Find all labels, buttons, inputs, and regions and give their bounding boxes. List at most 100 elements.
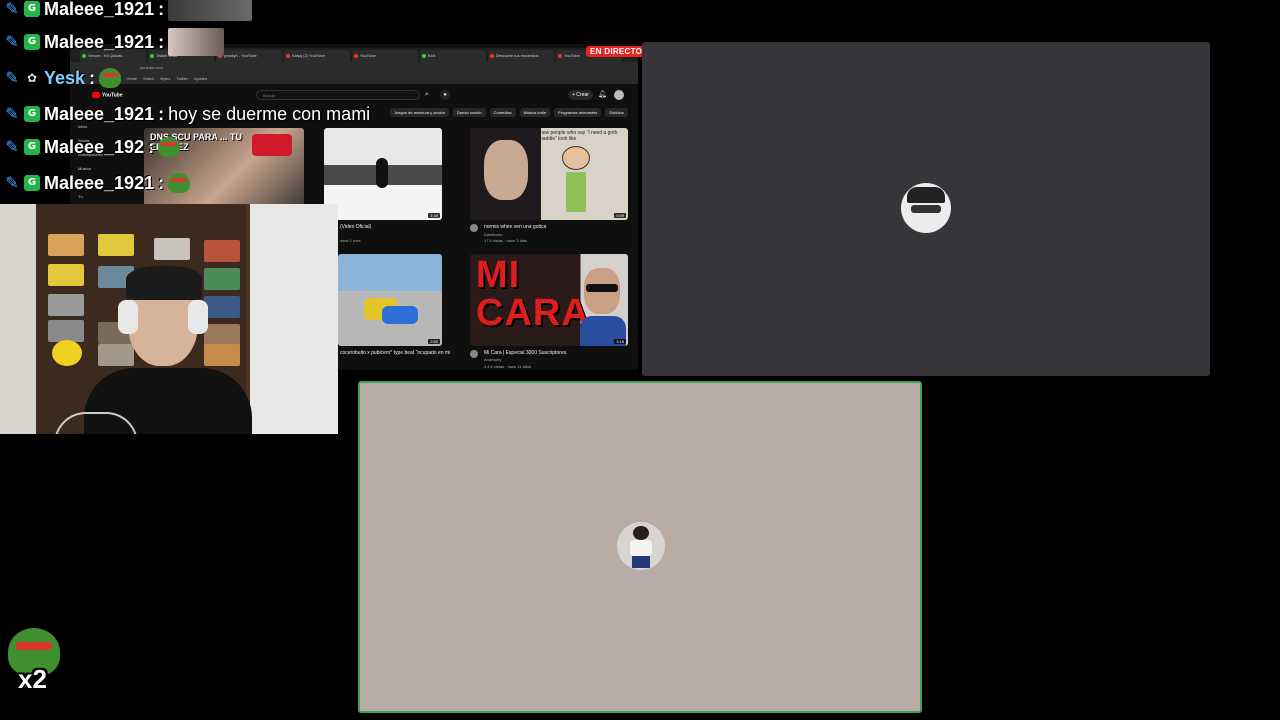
hair-graphic bbox=[633, 526, 649, 540]
pepe-emote-icon bbox=[99, 68, 122, 88]
subscriber-badge-icon: G bbox=[24, 106, 40, 122]
chat-username[interactable]: Maleee_1921 bbox=[44, 104, 154, 125]
create-button[interactable]: + Crear bbox=[568, 90, 593, 100]
thumbnail-text: how people who say "i need a goth baddie… bbox=[540, 130, 618, 142]
category-chips: Juegos de aventura y acción Dando sonido… bbox=[390, 108, 628, 117]
browser-tab[interactable]: YouTube bbox=[352, 50, 418, 62]
chat-message: ✎ G Maleee_1921: bbox=[4, 0, 253, 23]
poster bbox=[48, 320, 84, 342]
settings-badge-icon: ✿ bbox=[26, 71, 38, 85]
chip[interactable]: Comedias bbox=[489, 108, 516, 117]
webcam-feed bbox=[0, 204, 338, 434]
video-thumbnail[interactable]: 1:48 bbox=[324, 128, 442, 220]
chat-username[interactable]: Maleee_1921 bbox=[44, 173, 154, 194]
youtube-search-input[interactable]: Buscar bbox=[256, 90, 420, 100]
video-thumbnail[interactable]: how people who say "i need a goth baddie… bbox=[470, 128, 628, 220]
chat-message: ✎ G Maleee_192: bbox=[4, 133, 181, 161]
chat-separator: : bbox=[158, 172, 165, 193]
poster bbox=[48, 264, 84, 286]
chip[interactable]: Dando sonido bbox=[452, 108, 486, 117]
live-badge: EN DIRECTO bbox=[586, 46, 647, 57]
pepe-emote-icon bbox=[158, 137, 181, 157]
chat-username[interactable]: Maleee_1921 bbox=[44, 0, 154, 20]
bookmarks-bar: Gmail Home Watch Bytes Twitter Ajustes bbox=[70, 74, 638, 84]
browser-tab[interactable]: Kick bbox=[420, 50, 486, 62]
chat-message: ✎ ✿ Yesk: bbox=[4, 64, 122, 92]
chat-message-text: hoy se duerme con mami bbox=[168, 103, 371, 124]
search-icon[interactable]: ⌕ bbox=[420, 90, 434, 100]
bookmark-item[interactable]: Home bbox=[126, 74, 137, 84]
pencil-icon: ✎ bbox=[5, 1, 19, 18]
video-title[interactable]: (Video Oficial) bbox=[340, 224, 371, 230]
subscriber-badge-icon: G bbox=[24, 139, 40, 155]
video-thumbnail[interactable]: 2:50 bbox=[338, 254, 442, 346]
bookmark-item[interactable]: Ajustes bbox=[194, 74, 207, 84]
figure-graphic bbox=[376, 158, 388, 188]
browser-tab[interactable]: Descubre tus recuerdos bbox=[488, 50, 554, 62]
subscriber-badge-icon: G bbox=[24, 175, 40, 191]
chat-separator: : bbox=[158, 103, 165, 124]
video-meta: 17 k vistas · hace 3 días bbox=[484, 238, 528, 243]
pencil-icon: ✎ bbox=[5, 70, 19, 87]
chip[interactable]: Subidos bbox=[605, 108, 628, 117]
avatar[interactable] bbox=[614, 90, 624, 100]
shorts-graphic bbox=[632, 556, 650, 568]
chat-image[interactable] bbox=[168, 0, 253, 21]
bookmark-item[interactable]: Twitter bbox=[176, 74, 188, 84]
browser-tab[interactable]: yesdlyh - YouTube bbox=[216, 50, 282, 62]
bookmark-item[interactable]: Watch bbox=[143, 74, 154, 84]
chip[interactable]: Música Indie bbox=[519, 108, 551, 117]
chat-username[interactable]: Yesk bbox=[44, 68, 85, 89]
video-meta: 3,4 k vistas · hace 11 años bbox=[484, 364, 532, 369]
cartoon-face-graphic bbox=[562, 146, 590, 170]
pencil-icon: ✎ bbox=[5, 106, 19, 123]
channel-name[interactable]: Darkfrontn bbox=[484, 232, 503, 237]
chat-separator: : bbox=[89, 67, 96, 88]
chat-message: ✎ G Maleee_1921: hoy se duerme con mami bbox=[4, 100, 370, 128]
chip[interactable]: Juegos de aventura y acción bbox=[390, 108, 449, 117]
chat-message: ✎ G Maleee_1921: bbox=[4, 169, 191, 197]
streamer-cap bbox=[126, 266, 202, 300]
poster bbox=[204, 344, 240, 366]
thumbnail-text: MI CARA bbox=[476, 254, 590, 334]
bandana-graphic bbox=[252, 134, 292, 156]
chip[interactable]: Programas relevantes bbox=[554, 108, 602, 117]
channel-name[interactable]: Ananscity bbox=[484, 357, 501, 362]
chat-username[interactable]: Maleee_1921 bbox=[44, 32, 154, 53]
video-thumbnail[interactable]: MI CARA 3:15 bbox=[470, 254, 628, 346]
address-bar[interactable]: youtube.com bbox=[70, 62, 638, 74]
video-title[interactable]: normis when ven una gotica bbox=[484, 224, 546, 230]
bell-icon[interactable]: 🔔︎ bbox=[598, 90, 607, 98]
rubber-duck bbox=[52, 340, 82, 366]
participant-avatar[interactable] bbox=[617, 522, 665, 570]
video-title[interactable]: Mi Cara | Especial 3000 Suscriptores. bbox=[484, 350, 568, 356]
blue-shape-graphic bbox=[382, 306, 418, 324]
youtube-logo[interactable]: YouTube bbox=[92, 92, 123, 98]
shirt-graphic bbox=[630, 540, 652, 556]
headphone-right bbox=[188, 300, 208, 334]
cartoon-body-graphic bbox=[566, 172, 586, 212]
chat-separator: : bbox=[148, 136, 155, 157]
emote-combo-counter: x2 bbox=[18, 664, 47, 694]
video-meta: hace 1 mes bbox=[340, 238, 361, 243]
participant-avatar[interactable] bbox=[901, 183, 951, 233]
headphone-left bbox=[118, 300, 138, 334]
pencil-icon: ✎ bbox=[5, 34, 19, 51]
chat-image[interactable] bbox=[168, 28, 225, 56]
poster bbox=[98, 234, 134, 256]
chat-username[interactable]: Maleee_192 bbox=[44, 137, 144, 158]
video-title[interactable]: cocerobuito x pubicero* type beat "ocupa… bbox=[340, 350, 450, 356]
chat-separator: : bbox=[158, 31, 165, 52]
video-duration: 3:15 bbox=[614, 339, 626, 344]
microphone-icon[interactable]: ● bbox=[440, 90, 450, 100]
browser-tab[interactable]: Kasaj (2) YouTube bbox=[284, 50, 350, 62]
subscriber-badge-icon: G bbox=[24, 1, 40, 17]
poster bbox=[48, 294, 84, 316]
poster bbox=[204, 296, 240, 318]
channel-avatar[interactable] bbox=[470, 350, 478, 358]
channel-avatar[interactable] bbox=[470, 224, 478, 232]
bookmark-item[interactable]: Bytes bbox=[160, 74, 170, 84]
pencil-icon: ✎ bbox=[5, 175, 19, 192]
poster bbox=[98, 344, 134, 366]
poster bbox=[204, 324, 240, 346]
